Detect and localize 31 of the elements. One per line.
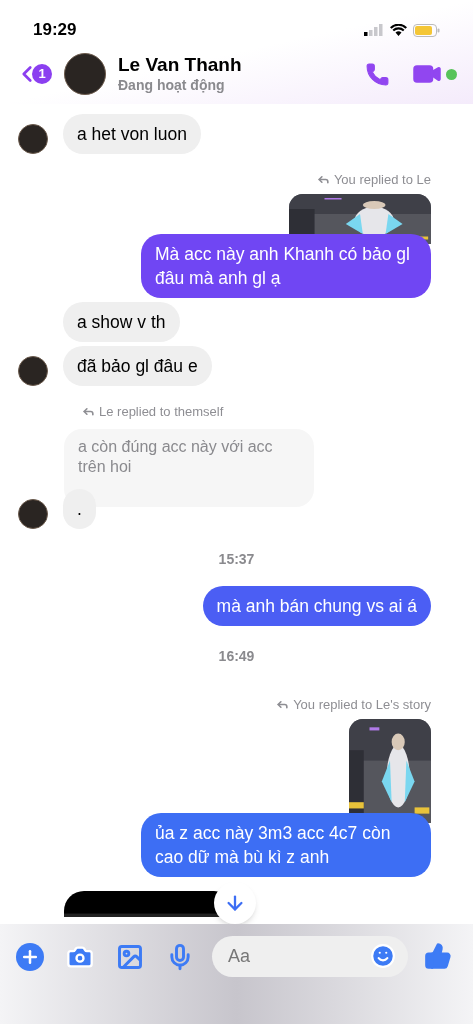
- avatar[interactable]: [18, 499, 48, 529]
- received-message[interactable]: đã bảo gl đâu e: [63, 345, 212, 386]
- received-message[interactable]: .: [63, 489, 96, 529]
- unread-badge: 1: [32, 64, 52, 84]
- sent-message[interactable]: Mà acc này anh Khanh có bảo gl đâu mà anh gl ạ: [141, 233, 431, 298]
- clock: 19:29: [33, 19, 77, 42]
- signal-icon: [364, 24, 384, 36]
- reply-label: Le replied to themself: [82, 401, 224, 421]
- wifi-icon: [390, 24, 407, 36]
- phone-icon[interactable]: [365, 61, 390, 87]
- active-status: Đang hoạt động: [118, 77, 226, 95]
- photo-icon[interactable]: [116, 943, 144, 971]
- contact-name: Le Van Thanh: [118, 53, 242, 78]
- profile-avatar[interactable]: [64, 53, 106, 95]
- message-field[interactable]: Aa: [212, 936, 408, 977]
- quoted-message[interactable]: a còn đúng acc này với acc trên hoi: [64, 429, 314, 507]
- like-icon[interactable]: [424, 942, 452, 970]
- received-message[interactable]: a show v th: [63, 301, 180, 342]
- sent-message[interactable]: mà anh bán chung vs ai á: [202, 586, 431, 626]
- add-icon[interactable]: [16, 943, 44, 971]
- battery-icon: [413, 23, 440, 37]
- received-message[interactable]: a het von luon: [63, 114, 201, 154]
- reply-label: You replied to Le: [316, 170, 431, 190]
- scroll-down-button[interactable]: [214, 882, 256, 924]
- sent-message[interactable]: ủa z acc này 3m3 acc 4c7 còn cao dữ mà bù kì z anh: [141, 812, 431, 877]
- avatar[interactable]: [18, 355, 48, 386]
- avatar[interactable]: [18, 124, 48, 154]
- timestamp: 16:49: [218, 647, 255, 666]
- timestamp: 15:37: [218, 550, 255, 569]
- reply-label: You replied to Le's story: [276, 695, 431, 715]
- back-button[interactable]: 1: [14, 61, 52, 87]
